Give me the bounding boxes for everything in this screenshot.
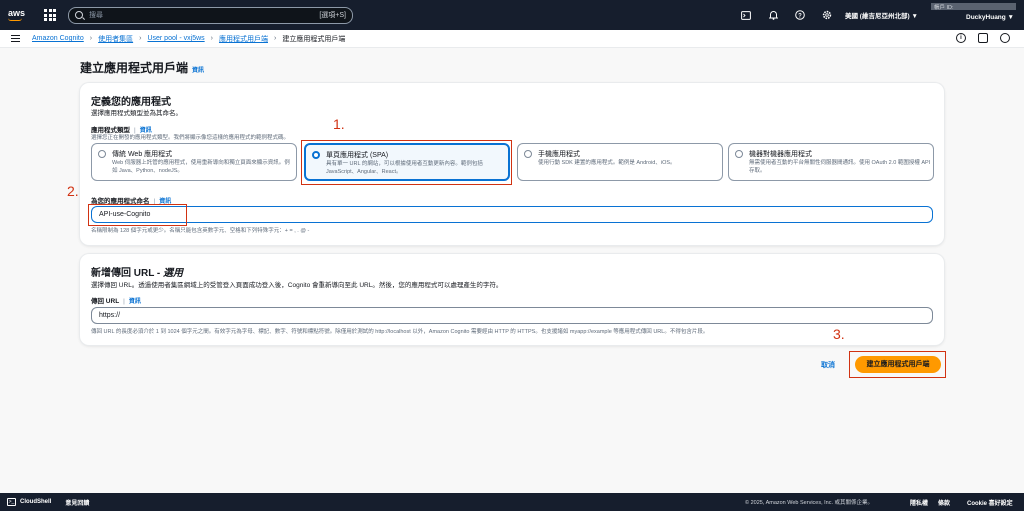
- services-grid-icon[interactable]: [44, 9, 56, 21]
- user-name: DuckyHuang ▼: [966, 14, 1014, 21]
- settings-icon[interactable]: [1000, 33, 1010, 43]
- radio-button[interactable]: [98, 150, 106, 158]
- define-application-panel: 定義您的應用程式 選擇應用程式類型並為其命名。 應用程式類型 | 資訊 選擇您正在開…: [80, 83, 944, 245]
- tile-description: 無需使用者互動的平台無關性伺服器間通訊。使用 OAuth 2.0 範圍授權 AP…: [749, 160, 931, 174]
- cloudshell-link[interactable]: CloudShell: [20, 499, 51, 505]
- breadcrumb-user-pool[interactable]: User pool - vxj5ws: [147, 35, 204, 42]
- breadcrumb-app-clients[interactable]: 應用程式用戶端: [219, 34, 268, 44]
- breadcrumb: Amazon Cognito › 使用者集區 › User pool - vxj5w…: [32, 34, 345, 44]
- help-icon[interactable]: ?: [791, 0, 809, 30]
- app-type-tile-m2m[interactable]: 機器對機器應用程式 無需使用者互動的平台無關性伺服器間通訊。使用 OAuth 2…: [728, 143, 934, 181]
- radio-button[interactable]: [735, 150, 743, 158]
- cloudshell-icon[interactable]: [737, 0, 755, 30]
- optional-label: 選用: [163, 268, 184, 279]
- top-navigation: aws 搜尋 [選項+S] ? 美國 (維吉尼亞州北部) ▼ 帳戶 ID: Du…: [0, 0, 1024, 30]
- tile-title: 傳統 Web 應用程式: [112, 151, 173, 158]
- page-title: 建立應用程式用戶端 資訊: [80, 59, 204, 76]
- panel-heading: 新增傳回 URL - 選用: [91, 268, 184, 279]
- return-url-input[interactable]: https://: [91, 307, 933, 324]
- feedback-link[interactable]: 意見回饋: [65, 498, 89, 507]
- info-icon[interactable]: i: [956, 33, 966, 43]
- breadcrumb-bar: Amazon Cognito › 使用者集區 › User pool - vxj5w…: [0, 30, 1024, 48]
- breadcrumb-user-pools[interactable]: 使用者集區: [98, 34, 133, 44]
- tile-title: 手機應用程式: [538, 151, 580, 158]
- svg-text:?: ?: [798, 13, 802, 19]
- region-selector[interactable]: 美國 (維吉尼亞州北部) ▼: [845, 10, 918, 20]
- menu-icon[interactable]: [11, 34, 20, 44]
- return-url-help: 傳回 URL 的長度必須介於 1 到 1024 個字元之間。有效字元為字母、標記…: [91, 329, 709, 335]
- cancel-button[interactable]: 取消: [821, 360, 835, 370]
- chevron-right-icon: ›: [210, 35, 213, 42]
- info-link[interactable]: 資訊: [129, 299, 141, 305]
- return-url-panel: 新增傳回 URL - 選用 選擇傳回 URL。透過使用者集區網域上的受管登入頁面…: [80, 254, 944, 345]
- annotation-step-1: 1.: [333, 116, 345, 132]
- radio-button[interactable]: [524, 150, 532, 158]
- chevron-right-icon: ›: [273, 35, 277, 42]
- annotation-box-1: [301, 140, 512, 185]
- aws-logo[interactable]: aws: [8, 9, 30, 21]
- privacy-link[interactable]: 隱私權: [910, 498, 928, 507]
- tile-title: 機器對機器應用程式: [749, 151, 812, 158]
- annotation-step-2: 2.: [67, 183, 79, 199]
- panel-subheading: 選擇傳回 URL。透過使用者集區網域上的受管登入頁面成功登入後，Cognito …: [91, 282, 503, 289]
- search-input[interactable]: 搜尋 [選項+S]: [68, 6, 353, 24]
- search-placeholder: 搜尋: [89, 12, 103, 19]
- cloudshell-icon[interactable]: >_: [7, 498, 16, 506]
- tile-description: 使用行動 SDK 建置的應用程式。範例是 Android、iOS。: [538, 160, 676, 166]
- terms-link[interactable]: 條款: [938, 498, 950, 507]
- account-menu[interactable]: 帳戶 ID: DuckyHuang ▼: [931, 3, 1019, 27]
- account-id-label: 帳戶 ID:: [931, 3, 1016, 11]
- return-url-label: 傳回 URL | 資訊: [91, 298, 141, 305]
- search-icon: [75, 11, 83, 19]
- copyright: © 2025, Amazon Web Services, Inc. 或其關係企業…: [745, 500, 874, 506]
- annotation-step-3: 3.: [833, 326, 845, 342]
- app-name-help: 名稱限制為 128 個字元或更少。名稱只能包含英數字元、空格和下列特殊字元：+ …: [91, 228, 310, 234]
- search-shortcut: [選項+S]: [319, 12, 346, 19]
- page-title-text: 建立應用程式用戶端: [80, 61, 189, 75]
- annotation-box-2: [88, 204, 187, 226]
- panel-heading: 定義您的應用程式: [91, 97, 171, 108]
- chevron-right-icon: ›: [89, 35, 93, 42]
- feedback-icon[interactable]: [978, 33, 988, 43]
- breadcrumb-current: 建立應用程式用戶端: [282, 35, 346, 43]
- tile-description: Web 伺服器上託管的應用程式，使用重新導向和獨立頁面來顯示資訊。例如 Java…: [112, 160, 290, 174]
- cookie-preferences-link[interactable]: Cookie 喜好設定: [967, 498, 1013, 507]
- app-type-tile-traditional-web[interactable]: 傳統 Web 應用程式 Web 伺服器上託管的應用程式，使用重新導向和獨立頁面來…: [91, 143, 297, 181]
- footer: >_ CloudShell 意見回饋 © 2025, Amazon Web Se…: [0, 493, 1024, 511]
- app-type-description: 選擇您正在開發的應用程式類型。我們將顯示像您這樣的應用程式的範例程式碼。: [91, 135, 290, 141]
- info-link[interactable]: 資訊: [192, 68, 204, 74]
- chevron-right-icon: ›: [139, 35, 142, 42]
- breadcrumb-amazon-cognito[interactable]: Amazon Cognito: [32, 35, 84, 42]
- settings-icon[interactable]: [818, 0, 836, 30]
- app-type-tile-mobile[interactable]: 手機應用程式 使用行動 SDK 建置的應用程式。範例是 Android、iOS。: [517, 143, 723, 181]
- bell-icon[interactable]: [764, 0, 782, 30]
- create-app-client-button[interactable]: 建立應用程式用戶端: [855, 356, 941, 373]
- app-name-input[interactable]: API-use-Cognito: [91, 206, 933, 223]
- panel-subheading: 選擇應用程式類型並為其命名。: [91, 110, 182, 117]
